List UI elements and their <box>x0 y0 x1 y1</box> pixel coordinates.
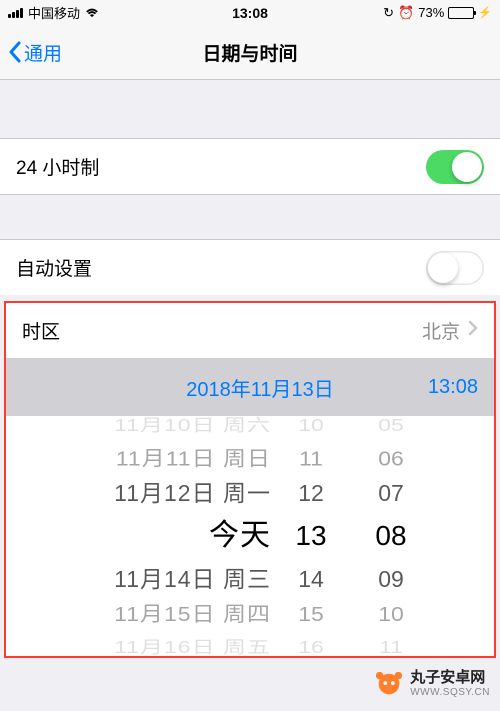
twenty-four-hour-row: 24 小时制 <box>0 139 500 194</box>
picker-min-item[interactable]: 09 <box>356 559 436 599</box>
signal-icon <box>8 8 23 18</box>
picker-date-item[interactable]: 11月12日 周一 <box>6 473 281 513</box>
chevron-left-icon <box>8 41 22 63</box>
current-date: 2018年11月13日 <box>22 373 428 402</box>
alarm-icon: ⏰ <box>398 5 414 21</box>
picker-date-item[interactable]: 11月10日 周六 <box>6 416 281 440</box>
picker-min-item[interactable]: 11 <box>356 632 436 656</box>
timezone-label: 时区 <box>22 317 422 344</box>
twenty-four-hour-toggle[interactable] <box>426 150 484 184</box>
picker-min-selected[interactable]: 08 <box>356 513 436 559</box>
picker-min-item[interactable]: 10 <box>356 596 436 631</box>
watermark-url: WWW.SQSY.CN <box>410 687 490 698</box>
current-time: 13:08 <box>428 376 478 399</box>
loop-icon: ↻ <box>383 5 394 21</box>
carrier-label: 中国移动 <box>28 3 80 22</box>
watermark: 丸子安卓网 WWW.SQSY.CN <box>374 669 490 699</box>
auto-set-label: 自动设置 <box>16 254 426 281</box>
status-time: 13:08 <box>232 5 268 21</box>
picker-hour-item[interactable]: 14 <box>286 559 346 599</box>
watermark-name: 丸子安卓网 <box>410 670 490 687</box>
picker-min-item[interactable]: 05 <box>356 416 436 440</box>
chevron-right-icon <box>468 320 478 342</box>
picker-min-item[interactable]: 07 <box>356 473 436 513</box>
picker-hour-item[interactable]: 12 <box>286 473 346 513</box>
twenty-four-hour-label: 24 小时制 <box>16 153 426 180</box>
picker-min-item[interactable]: 06 <box>356 441 436 476</box>
battery-icon <box>448 7 474 19</box>
wifi-icon <box>85 8 99 18</box>
timezone-value: 北京 <box>422 317 460 344</box>
page-title: 日期与时间 <box>202 39 297 66</box>
picker-date-item[interactable]: 11月11日 周日 <box>6 441 281 476</box>
picker-date-column[interactable]: 11月10日 周六 11月11日 周日 11月12日 周一 今天 11月14日 … <box>6 416 281 656</box>
picker-date-item[interactable]: 11月14日 周三 <box>6 559 281 599</box>
watermark-logo-icon <box>374 669 404 699</box>
timezone-row[interactable]: 时区 北京 <box>6 303 494 358</box>
picker-date-item[interactable]: 11月16日 周五 <box>6 632 281 656</box>
back-label: 通用 <box>24 39 62 66</box>
auto-set-toggle[interactable] <box>426 251 484 285</box>
picker-minute-column[interactable]: 05 06 07 08 09 10 11 <box>356 416 436 656</box>
battery-pct: 73% <box>418 5 444 20</box>
picker-hour-item[interactable]: 15 <box>286 596 346 631</box>
picker-hour-item[interactable]: 16 <box>286 632 346 656</box>
picker-date-item[interactable]: 11月15日 周四 <box>6 596 281 631</box>
picker-hour-selected[interactable]: 13 <box>286 513 346 559</box>
charging-icon: ⚡ <box>478 6 492 19</box>
back-button[interactable]: 通用 <box>8 39 62 66</box>
picker-date-selected[interactable]: 今天 <box>6 513 281 559</box>
picker-hour-item[interactable]: 11 <box>286 441 346 476</box>
nav-bar: 通用 日期与时间 <box>0 25 500 80</box>
picker-hour-item[interactable]: 10 <box>286 416 346 440</box>
picker-hour-column[interactable]: 10 11 12 13 14 15 16 <box>286 416 346 656</box>
datetime-highlight: 时区 北京 2018年11月13日 13:08 11月10日 周六 11月11日… <box>4 301 496 658</box>
auto-set-row: 自动设置 <box>0 240 500 295</box>
datetime-picker[interactable]: 11月10日 周六 11月11日 周日 11月12日 周一 今天 11月14日 … <box>6 416 494 656</box>
datetime-display-row[interactable]: 2018年11月13日 13:08 <box>6 358 494 416</box>
status-bar: 中国移动 13:08 ↻ ⏰ 73% ⚡ <box>0 0 500 25</box>
